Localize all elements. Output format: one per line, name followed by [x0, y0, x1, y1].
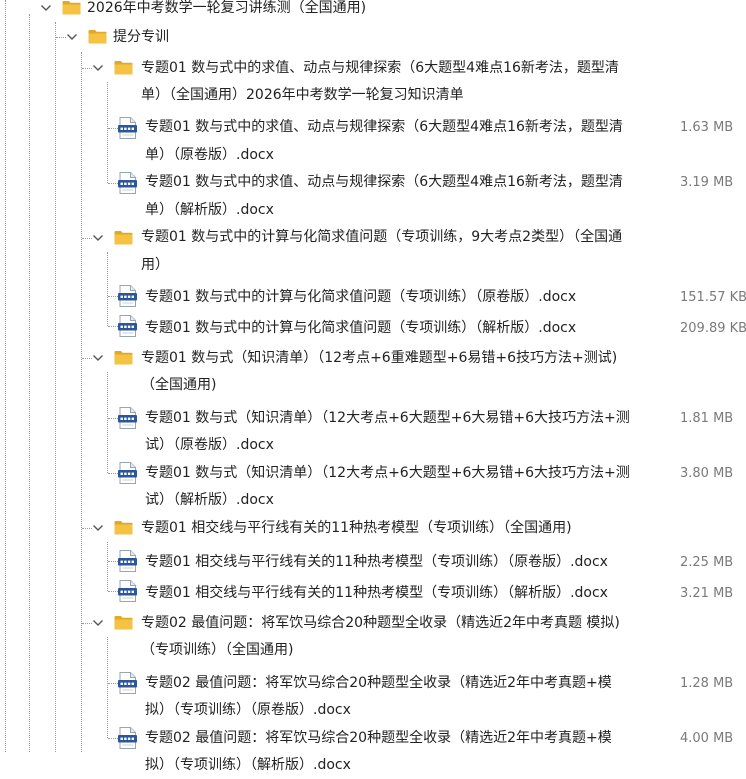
- docx-file-icon: [118, 116, 137, 139]
- tree-guide-line: [107, 251, 108, 326]
- docx-file-icon: [118, 549, 137, 572]
- folder-label: 专题01 数与式（知识清单）（12考点+6重难题型+6易错+6技巧方法+测试): [141, 349, 618, 366]
- chevron-down-icon[interactable]: [92, 523, 104, 533]
- tree-guide-line: [108, 418, 118, 420]
- file-name-label-cont: 单）（原卷版）.docx: [145, 146, 274, 163]
- tree-guide-line: [29, 14, 30, 752]
- tree-guide-line: [82, 528, 92, 530]
- file-size: 151.57 KB: [680, 290, 746, 306]
- folder-icon: [114, 350, 133, 365]
- docx-file-icon: [118, 672, 137, 695]
- tree-guide-line: [82, 358, 92, 360]
- docx-file-icon: [118, 171, 137, 194]
- tree-guide-line: [108, 738, 118, 740]
- folder-label-cont: （专项训练）（全国通用): [141, 642, 294, 659]
- root-folder-label: 2026年中考数学一轮复习讲练测（全国通用): [87, 0, 367, 16]
- file-size: 1.81 MB: [680, 410, 734, 426]
- tree-guide-line: [56, 37, 66, 38]
- tree-guide-line: [82, 68, 92, 69]
- file-size: 1.63 MB: [680, 120, 734, 136]
- file-size: 2.25 MB: [680, 555, 734, 571]
- file-size: 4.00 MB: [680, 730, 734, 746]
- file-name-label-cont: 拟）（专项训练）（原卷版）.docx: [145, 702, 351, 719]
- tree-guide-line: [107, 637, 108, 739]
- tree-guide-line: [108, 683, 118, 685]
- tree-guide-line: [107, 372, 108, 474]
- tree-guide-line: [108, 182, 118, 184]
- tree-guide-line: [108, 473, 118, 475]
- tree-guide-line: [81, 52, 82, 752]
- chevron-down-icon[interactable]: [92, 233, 104, 243]
- file-name-label: 专题02 最值问题：将军饮马综合20种题型全收录（精选近2年中考真题+模: [145, 674, 612, 691]
- folder-icon: [114, 615, 133, 630]
- chevron-down-icon[interactable]: [92, 63, 104, 73]
- tree-guide-line: [82, 237, 92, 239]
- docx-file-icon: [118, 315, 137, 337]
- file-name-label: 专题01 数与式（知识清单）（12大考点+6大题型+6大易错+6大技巧方法+测: [145, 409, 630, 426]
- folder-label: 专题01 相交线与平行线有关的11种热考模型（专项训练）（全国通用): [141, 519, 572, 536]
- file-size: 3.19 MB: [680, 175, 734, 191]
- docx-file-icon: [118, 284, 137, 307]
- tree-guide-line: [55, 22, 56, 752]
- folder-label: 专题01 数与式中的求值、动点与规律探索（6大题型4难点16新考法，题型清: [141, 59, 619, 76]
- folder-icon: [88, 29, 107, 44]
- tree-guide-line: [108, 591, 118, 592]
- file-name-label-cont: 试）（解析版）.docx: [145, 492, 274, 509]
- file-name-label: 专题02 最值问题：将军饮马综合20种题型全收录（精选近2年中考真题+模: [145, 729, 612, 746]
- file-size: 3.80 MB: [680, 465, 734, 481]
- folder-icon: [114, 520, 133, 535]
- chevron-down-icon[interactable]: [92, 353, 104, 363]
- folder-icon: [62, 0, 81, 15]
- tree-guide-line: [82, 623, 92, 625]
- folder-label: 专题02 最值问题：将军饮马综合20种题型全收录（精选近2年中考真题 模拟): [141, 614, 620, 631]
- file-name-label: 专题01 相交线与平行线有关的11种热考模型（专项训练）（原卷版）.docx: [145, 554, 608, 571]
- docx-file-icon: [118, 580, 137, 602]
- folder-icon: [114, 230, 133, 245]
- file-name-label: 专题01 数与式中的计算与化简求值问题（专项训练）（原卷版）.docx: [145, 289, 577, 306]
- chevron-down-icon[interactable]: [40, 3, 52, 13]
- docx-file-icon: [118, 462, 137, 485]
- tree-guide-line: [5, 0, 6, 752]
- file-size: 209.89 KB: [680, 320, 746, 336]
- file-name-label: 专题01 数与式中的求值、动点与规律探索（6大题型4难点16新考法，题型清: [145, 174, 623, 191]
- file-name-label-cont: 试）（原卷版）.docx: [145, 437, 274, 454]
- section-folder-label: 提分专训: [113, 28, 169, 45]
- tree-guide-line: [108, 560, 118, 562]
- folder-label: 专题01 数与式中的计算与化简求值问题（专项训练，9大考点2类型）（全国通: [141, 229, 623, 246]
- tree-guide-line: [108, 295, 118, 297]
- docx-file-icon: [118, 727, 137, 750]
- file-name-label-cont: 单）（解析版）.docx: [145, 201, 274, 218]
- file-name-label: 专题01 相交线与平行线有关的11种热考模型（专项训练）（解析版）.docx: [145, 584, 608, 601]
- chevron-down-icon[interactable]: [92, 618, 104, 628]
- docx-file-icon: [118, 407, 137, 430]
- chevron-down-icon[interactable]: [66, 32, 78, 42]
- file-name-label: 专题01 数与式中的计算与化简求值问题（专项训练）（解析版）.docx: [145, 319, 577, 336]
- tree-guide-line: [108, 127, 118, 129]
- file-name-label: 专题01 数与式（知识清单）（12大考点+6大题型+6大易错+6大技巧方法+测: [145, 464, 630, 481]
- file-size: 1.28 MB: [680, 675, 734, 691]
- tree-guide-line: [107, 542, 108, 591]
- file-name-label: 专题01 数与式中的求值、动点与规律探索（6大题型4难点16新考法，题型清: [145, 119, 623, 136]
- tree-guide-line: [107, 82, 108, 183]
- folder-label-cont: 单）（全国通用）2026年中考数学一轮复习知识清单: [141, 86, 464, 103]
- folder-label-cont: 用）: [141, 256, 169, 273]
- folder-label-cont: （全国通用): [141, 377, 217, 394]
- file-size: 3.21 MB: [680, 585, 734, 601]
- file-name-label-cont: 拟）（专项训练）（解析版）.docx: [145, 757, 351, 774]
- tree-guide-line: [108, 326, 118, 327]
- folder-icon: [114, 60, 133, 75]
